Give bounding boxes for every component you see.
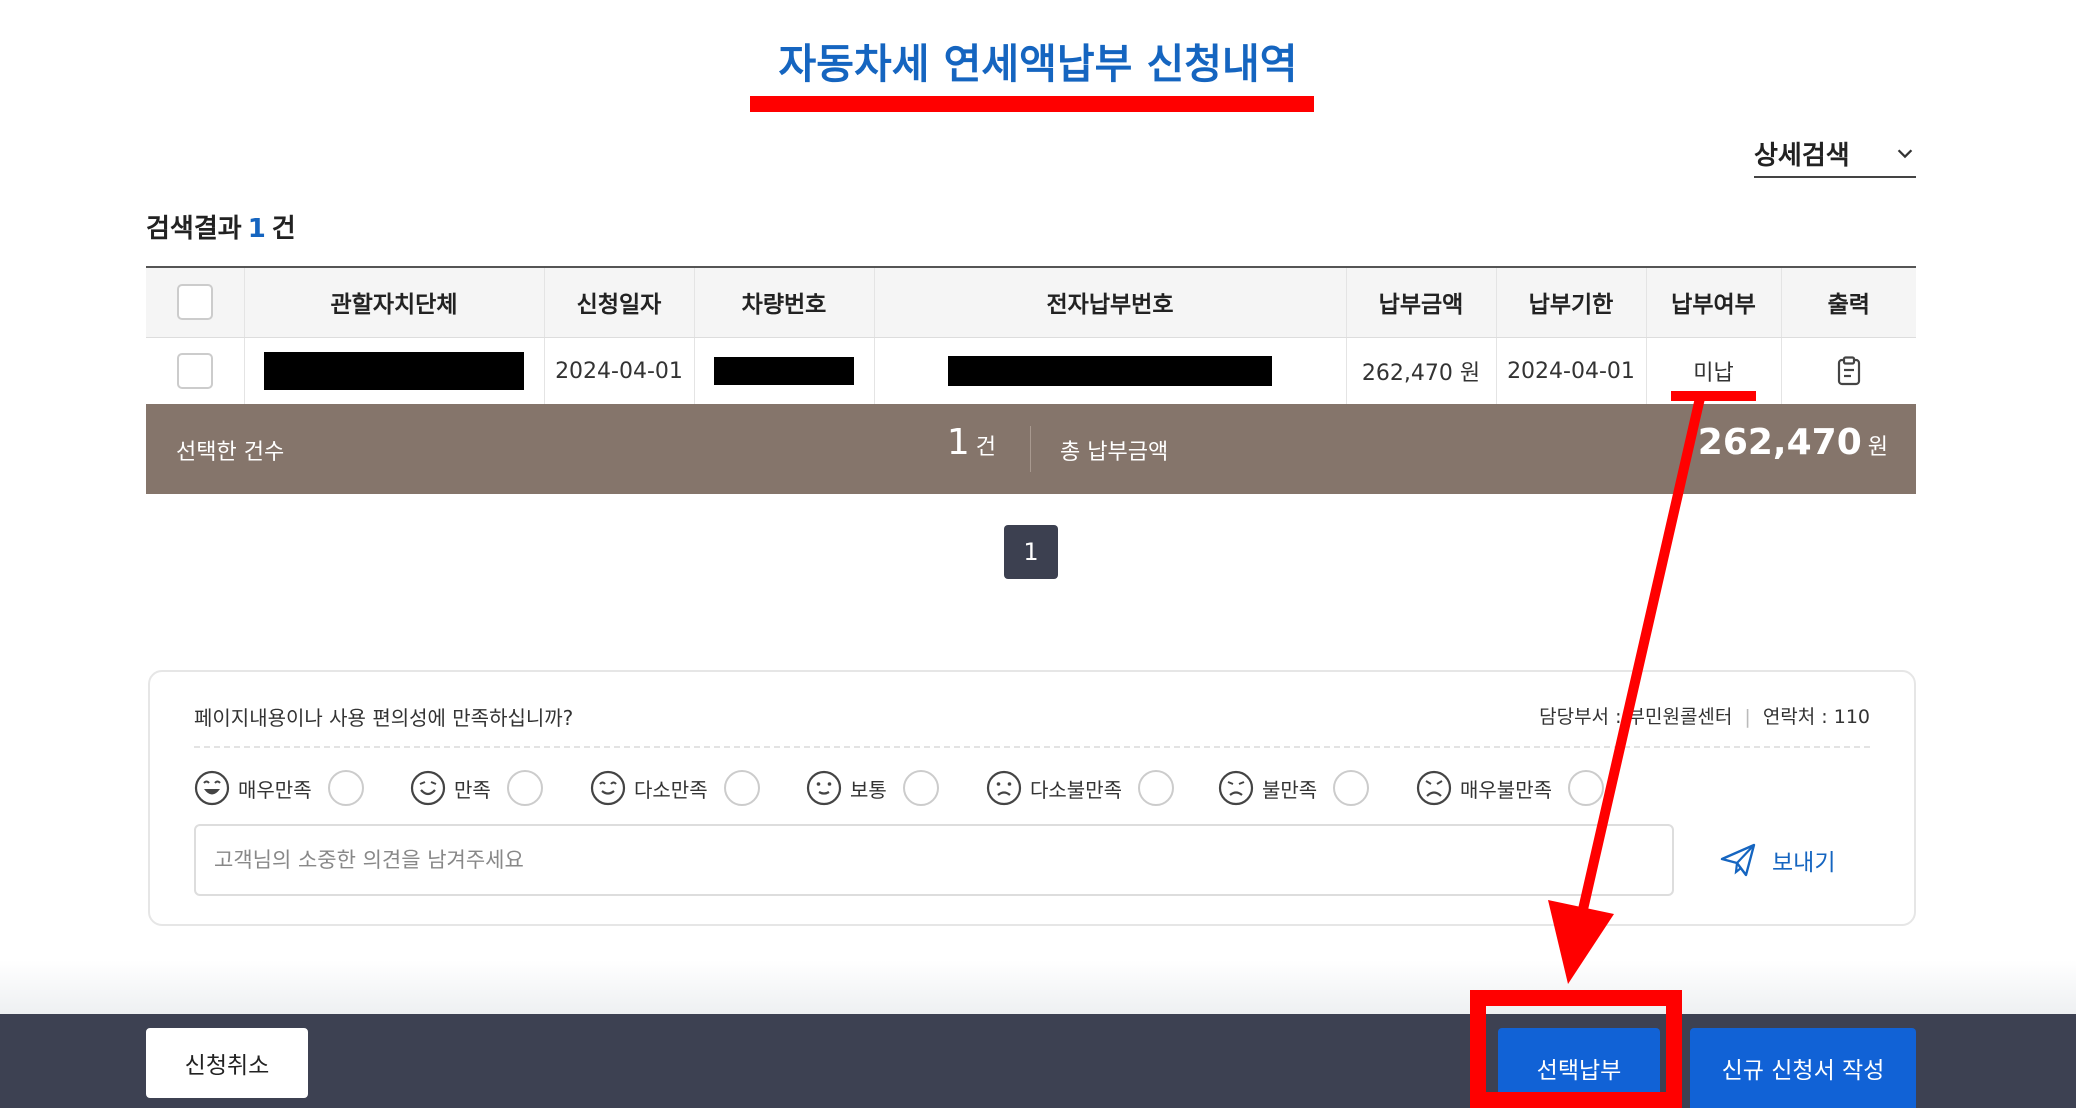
header-amount: 납부금액	[1345, 266, 1496, 338]
selected-count-unit: 건	[975, 435, 996, 460]
bottom-fade	[0, 960, 2076, 1014]
header-status: 납부여부	[1645, 266, 1781, 338]
rating-radio-neutral[interactable]	[902, 770, 939, 806]
total-amount-unit: 원	[1867, 435, 1888, 460]
rating-neutral: 보통	[806, 768, 939, 808]
table-header-row: 관할자치단체 신청일자 차량번호 전자납부번호 납부금액 납부기한 납부여부 출…	[146, 266, 1916, 338]
municipality-cell	[243, 337, 544, 406]
rating-label: 보통	[850, 777, 887, 802]
detail-search-label: 상세검색	[1754, 140, 1850, 171]
rating-radio-very-satisfied[interactable]	[327, 770, 364, 806]
rating-very-satisfied: 매우만족	[194, 768, 364, 808]
rating-radio-satisfied[interactable]	[506, 770, 543, 806]
angry-face-icon	[1416, 770, 1452, 806]
selection-summary-bar: 선택한 건수 1건 총 납부금액 262,470 원	[146, 404, 1916, 494]
rating-radio-very-dissatisfied[interactable]	[1568, 770, 1604, 806]
select-pay-button[interactable]: 선택납부	[1498, 1028, 1660, 1108]
due-date-cell: 2024-04-01	[1495, 337, 1646, 406]
header-e-pay-no: 전자납부번호	[873, 266, 1346, 338]
contact-number: 연락처 : 110	[1762, 706, 1870, 728]
apply-date-cell: 2024-04-01	[543, 337, 694, 406]
very-happy-face-icon	[194, 770, 230, 806]
e-pay-no-cell	[873, 337, 1346, 406]
selected-count: 1건	[947, 422, 996, 463]
smiling-face-icon	[590, 770, 626, 806]
happy-face-icon	[410, 770, 446, 806]
header-vehicle-no: 차량번호	[693, 266, 874, 338]
survey-department-info: 담당부서 : 부민원콜센터 | 연락처 : 110	[1539, 702, 1870, 729]
rating-label: 매우불만족	[1460, 777, 1552, 802]
rating-label: 다소만족	[634, 777, 708, 802]
new-application-button[interactable]: 신규 신청서 작성	[1690, 1028, 1916, 1108]
cancel-application-button[interactable]: 신청취소	[146, 1028, 308, 1098]
table-row: 2024-04-01 262,470 원 2024-04-01 미납	[146, 337, 1916, 406]
result-count-unit: 건	[271, 214, 296, 244]
chevron-down-icon	[1897, 149, 1913, 159]
page-button-1[interactable]: 1	[1004, 525, 1058, 579]
frowning-face-icon	[1218, 770, 1254, 806]
rating-label: 불만족	[1262, 777, 1318, 802]
send-label: 보내기	[1772, 850, 1836, 876]
total-amount-label: 총 납부금액	[1060, 440, 1169, 465]
rating-radio-somewhat-dissatisfied[interactable]	[1138, 770, 1174, 806]
selected-count-label: 선택한 건수	[176, 440, 285, 465]
opinion-input[interactable]	[194, 824, 1674, 896]
neutral-face-icon	[806, 770, 842, 806]
survey-question: 페이지내용이나 사용 편의성에 만족하십니까?	[194, 706, 574, 730]
department-prefix: 담당부서 :	[1539, 706, 1628, 728]
survey-divider	[194, 746, 1870, 748]
redacted-municipality	[264, 352, 524, 390]
summary-divider	[1030, 426, 1031, 472]
paper-plane-icon	[1720, 843, 1756, 877]
header-apply-date: 신청일자	[543, 266, 694, 338]
rating-label: 매우만족	[238, 777, 312, 802]
result-count-number: 1	[247, 214, 266, 244]
header-due-date: 납부기한	[1495, 266, 1646, 338]
department-name: 부민원콜센터	[1627, 706, 1733, 728]
header-municipality: 관할자치단체	[243, 266, 544, 338]
rating-very-dissatisfied: 매우불만족	[1416, 768, 1604, 808]
rating-label: 만족	[454, 777, 491, 802]
select-all-checkbox[interactable]	[176, 284, 213, 321]
rating-satisfied: 만족	[410, 768, 543, 808]
header-select-all	[146, 266, 244, 338]
status-cell: 미납	[1645, 337, 1781, 406]
send-button[interactable]: 보내기	[1718, 836, 1835, 884]
satisfaction-survey: 페이지내용이나 사용 편의성에 만족하십니까? 담당부서 : 부민원콜센터 | 연락…	[148, 670, 1916, 926]
amount-cell: 262,470 원	[1345, 337, 1496, 406]
selected-count-value: 1	[946, 422, 970, 463]
total-amount-value: 262,470	[1697, 422, 1862, 463]
row-select-cell	[146, 337, 244, 406]
result-count: 검색결과 1 건	[146, 208, 296, 245]
header-print: 출력	[1780, 266, 1916, 338]
rating-radio-dissatisfied[interactable]	[1333, 770, 1370, 806]
rating-somewhat-dissatisfied: 다소불만족	[986, 768, 1174, 808]
clipboard-print-icon[interactable]	[1833, 355, 1865, 387]
results-table: 관할자치단체 신청일자 차량번호 전자납부번호 납부금액 납부기한 납부여부 출…	[146, 266, 1916, 406]
rating-radio-somewhat-satisfied[interactable]	[723, 770, 760, 806]
redacted-vehicle-no	[714, 357, 854, 385]
detail-search-toggle[interactable]: 상세검색	[1754, 130, 1916, 178]
status-highlight-underline	[1671, 391, 1756, 401]
sad-face-icon	[986, 770, 1022, 806]
rating-somewhat-satisfied: 다소만족	[590, 768, 760, 808]
bottom-action-bar: 신청취소 선택납부 신규 신청서 작성	[0, 1014, 2076, 1108]
title-highlight-underline	[750, 96, 1314, 112]
total-amount: 262,470 원	[1698, 422, 1888, 463]
result-count-label: 검색결과	[146, 214, 242, 244]
status-badge: 미납	[1693, 361, 1734, 386]
print-cell	[1780, 337, 1916, 406]
page-title: 자동차세 연세액납부 신청내역	[778, 40, 1298, 88]
rating-label: 다소불만족	[1030, 777, 1122, 802]
dept-separator: |	[1744, 706, 1751, 728]
vehicle-no-cell	[693, 337, 874, 406]
rating-dissatisfied: 불만족	[1218, 768, 1370, 808]
row-checkbox[interactable]	[176, 353, 213, 389]
redacted-e-pay-no	[948, 356, 1272, 386]
